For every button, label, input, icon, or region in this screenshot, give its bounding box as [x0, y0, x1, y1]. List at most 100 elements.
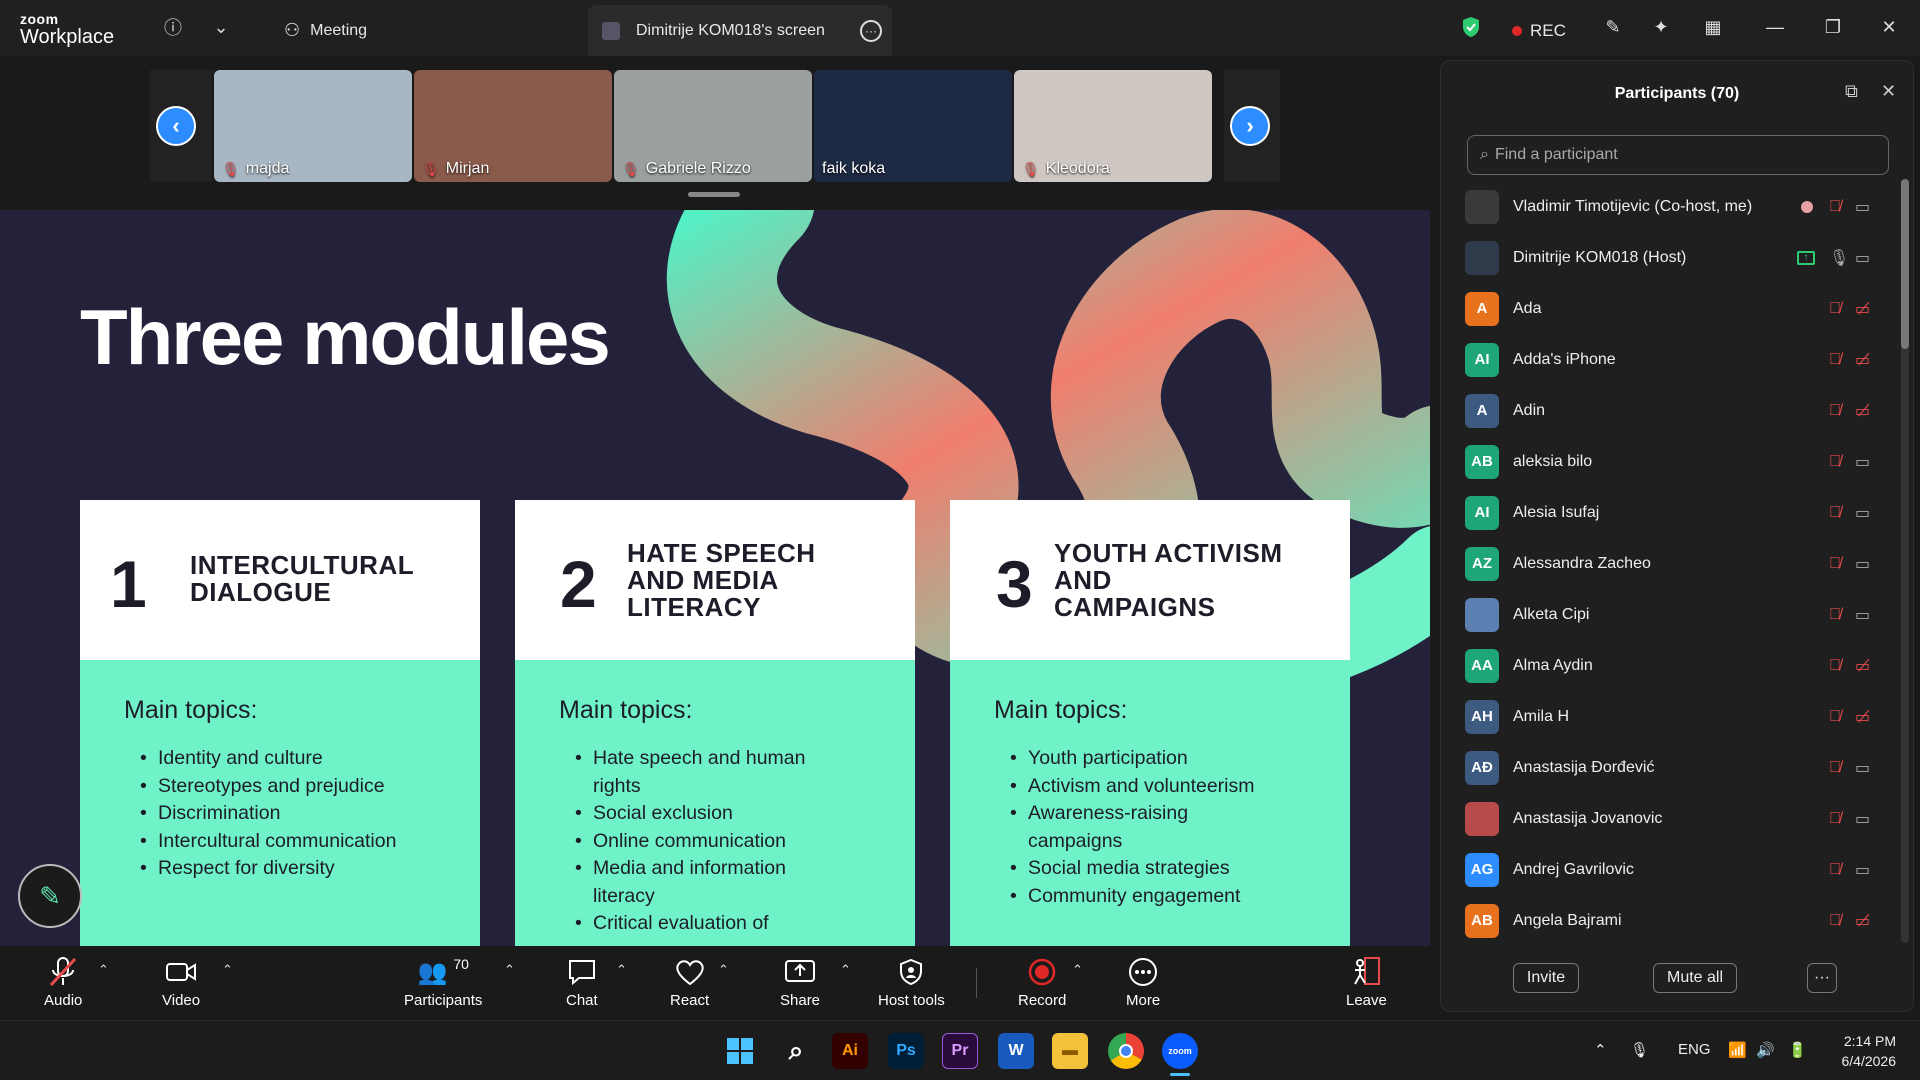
restore-icon[interactable]: ❐	[1820, 14, 1846, 40]
info-icon[interactable]: ⓘ	[160, 14, 186, 40]
video-thumbnail[interactable]: faik koka	[814, 70, 1012, 182]
more-button[interactable]: More	[1126, 956, 1160, 1009]
mic-off-icon[interactable]: 🎙̸	[1829, 351, 1841, 369]
chevron-up-icon[interactable]: ⌃	[1594, 1041, 1607, 1059]
search-icon[interactable]: ⌕	[778, 1033, 814, 1069]
participant-row[interactable]: AA Alma Aydin 🎙̸ ▭̸	[1441, 640, 1901, 691]
resize-handle[interactable]	[688, 192, 740, 197]
close-panel-icon[interactable]: ✕	[1881, 81, 1896, 102]
participant-row[interactable]: A Adin 🎙̸ ▭̸	[1441, 385, 1901, 436]
premiere-icon[interactable]: Pr	[942, 1033, 978, 1069]
video-camera-icon[interactable]: ▭	[1855, 554, 1870, 574]
windows-start-icon[interactable]	[722, 1033, 758, 1069]
mic-off-icon[interactable]: 🎙̸	[1829, 504, 1841, 522]
tab-meeting[interactable]: ⚇ Meeting	[270, 5, 381, 56]
language-indicator[interactable]: ENG	[1678, 1041, 1711, 1058]
chevron-up-icon[interactable]: ⌃	[1072, 962, 1083, 978]
chevron-up-icon[interactable]: ⌃	[222, 962, 233, 978]
scrollbar-thumb[interactable]	[1901, 179, 1909, 349]
participant-row[interactable]: AĐ Anastasija Đorđević 🎙̸ ▭	[1441, 742, 1901, 793]
participant-row[interactable]: Vladimir Timotijevic (Co-host, me) 🎙̸ ▭	[1441, 181, 1901, 232]
annotate-pencil-button[interactable]: ✎	[18, 864, 82, 928]
mic-off-icon[interactable]: 🎙̸	[1829, 810, 1841, 828]
video-camera-icon[interactable]: ▭	[1855, 809, 1870, 829]
chevron-up-icon[interactable]: ⌃	[840, 962, 851, 978]
annotate-pen-icon[interactable]: ✎	[1600, 14, 1626, 40]
chevron-up-icon[interactable]: ⌃	[504, 962, 515, 978]
video-camera-icon[interactable]: ▭	[1855, 503, 1870, 523]
chevron-up-icon[interactable]: ⌃	[616, 962, 627, 978]
chevron-up-icon[interactable]: ⌃	[98, 962, 109, 978]
chat-button[interactable]: Chat	[566, 956, 598, 1009]
participant-row[interactable]: Alketa Cipi 🎙̸ ▭	[1441, 589, 1901, 640]
audio-button[interactable]: Audio	[44, 956, 82, 1009]
participants-button[interactable]: 👥 70 Participants	[404, 956, 482, 1009]
chevron-left-icon[interactable]: ‹	[156, 106, 196, 146]
video-thumbnail[interactable]: 🎙 Gabriele Rizzo	[614, 70, 812, 182]
photoshop-icon[interactable]: Ps	[888, 1033, 924, 1069]
video-camera-icon[interactable]: ▭	[1855, 452, 1870, 472]
chevron-up-icon[interactable]: ⌃	[718, 962, 729, 978]
participant-row[interactable]: AI Alesia Isufaj 🎙̸ ▭	[1441, 487, 1901, 538]
chevron-right-icon[interactable]: ›	[1230, 106, 1270, 146]
mic-off-icon[interactable]: 🎙̸	[1829, 198, 1841, 216]
video-button[interactable]: Video	[162, 956, 200, 1009]
chrome-icon[interactable]	[1108, 1033, 1144, 1069]
participant-row[interactable]: AG Andrej Gavrilovic 🎙̸ ▭	[1441, 844, 1901, 895]
host-tools-button[interactable]: Host tools	[878, 956, 945, 1009]
video-off-icon[interactable]: ▭̸	[1855, 350, 1870, 370]
video-off-icon[interactable]: ▭̸	[1855, 656, 1870, 676]
mic-off-icon[interactable]: 🎙̸	[1829, 606, 1841, 624]
video-thumbnail[interactable]: 🎙 Kleodora	[1014, 70, 1212, 182]
wifi-icon[interactable]: 📶	[1728, 1041, 1747, 1059]
share-button[interactable]: Share	[780, 956, 820, 1009]
system-clock[interactable]: 2:14 PM 6/4/2026	[1842, 1031, 1897, 1071]
video-camera-icon[interactable]: ▭	[1855, 197, 1870, 217]
mic-off-icon[interactable]: 🎙̸	[1829, 861, 1841, 879]
video-off-icon[interactable]: ▭̸	[1855, 911, 1870, 931]
tab-shared-screen[interactable]: Dimitrije KOM018's screen ···	[588, 5, 892, 56]
video-off-icon[interactable]: ▭̸	[1855, 299, 1870, 319]
battery-icon[interactable]: 🔋	[1788, 1041, 1807, 1059]
participant-row[interactable]: A Ada 🎙̸ ▭̸	[1441, 283, 1901, 334]
zoom-app-icon[interactable]: zoom	[1162, 1033, 1198, 1069]
mic-on-icon[interactable]: 🎙	[1829, 248, 1849, 268]
mic-off-icon[interactable]: 🎙̸	[1829, 402, 1841, 420]
video-off-icon[interactable]: ▭̸	[1855, 401, 1870, 421]
panel-scrollbar[interactable]	[1901, 179, 1909, 943]
participant-row[interactable]: Anastasija Jovanovic 🎙̸ ▭	[1441, 793, 1901, 844]
mic-off-icon[interactable]: 🎙̸	[1829, 708, 1841, 726]
minimize-icon[interactable]: —	[1762, 14, 1788, 40]
video-camera-icon[interactable]: ▭	[1855, 758, 1870, 778]
panel-more-button[interactable]: ···	[1807, 963, 1837, 993]
mic-off-icon[interactable]: 🎙̸	[1829, 453, 1841, 471]
close-icon[interactable]: ✕	[1876, 14, 1902, 40]
file-explorer-icon[interactable]: ▬	[1052, 1033, 1088, 1069]
more-options-icon[interactable]: ···	[860, 19, 882, 42]
apps-icon[interactable]: ▦	[1700, 14, 1726, 40]
participant-row[interactable]: AH Amila H 🎙̸ ▭̸	[1441, 691, 1901, 742]
volume-icon[interactable]: 🔊	[1756, 1041, 1775, 1059]
search-input[interactable]: ⌕ Find a participant	[1467, 135, 1889, 175]
video-camera-icon[interactable]: ▭	[1855, 860, 1870, 880]
participant-row[interactable]: AB aleksia bilo 🎙̸ ▭	[1441, 436, 1901, 487]
react-button[interactable]: React	[670, 956, 709, 1009]
mic-off-icon[interactable]: 🎙̸	[1829, 555, 1841, 573]
ai-companion-icon[interactable]: ✦	[1648, 14, 1674, 40]
word-icon[interactable]: W	[998, 1033, 1034, 1069]
video-thumbnail[interactable]: 🎙 majda	[214, 70, 412, 182]
chevron-down-icon[interactable]: ⌄	[208, 14, 234, 40]
video-off-icon[interactable]: ▭̸	[1855, 707, 1870, 727]
mic-off-icon[interactable]: 🎙̸	[1829, 759, 1841, 777]
video-camera-icon[interactable]: ▭	[1855, 605, 1870, 625]
microphone-tray-icon[interactable]: 🎙	[1630, 1041, 1649, 1059]
video-thumbnail[interactable]: 🎙 Mirjan	[414, 70, 612, 182]
participant-row[interactable]: Dimitrije KOM018 (Host) ↑ 🎙 ▭	[1441, 232, 1901, 283]
shield-icon[interactable]	[1458, 14, 1484, 40]
record-button[interactable]: Record	[1018, 956, 1066, 1009]
video-camera-icon[interactable]: ▭	[1855, 248, 1870, 268]
illustrator-icon[interactable]: Ai	[832, 1033, 868, 1069]
participant-row[interactable]: AB Angela Bajrami 🎙̸ ▭̸	[1441, 895, 1901, 946]
invite-button[interactable]: Invite	[1513, 963, 1579, 993]
mic-off-icon[interactable]: 🎙̸	[1829, 657, 1841, 675]
